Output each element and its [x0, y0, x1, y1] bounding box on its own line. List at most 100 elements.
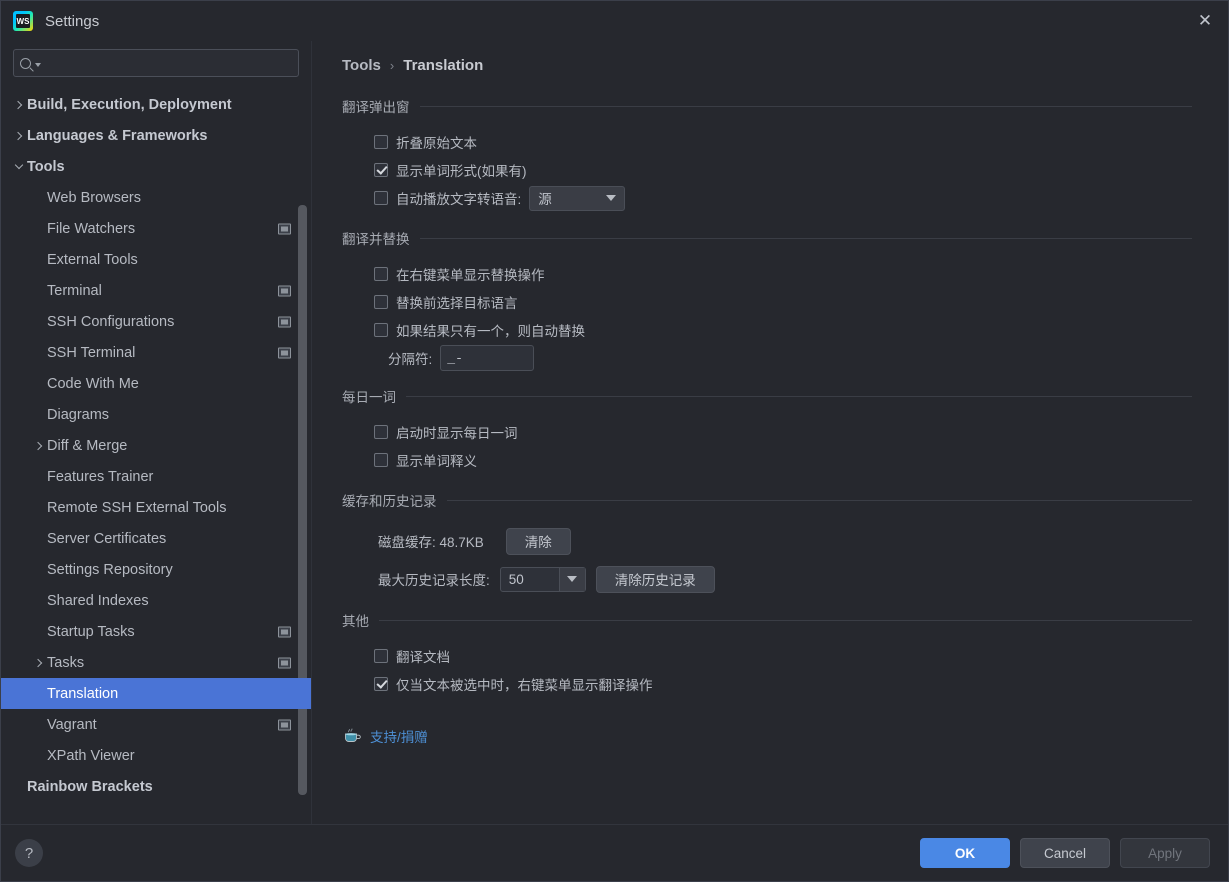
sidebar-item-diagrams[interactable]: Diagrams [1, 399, 311, 430]
sidebar-item-web-browsers[interactable]: Web Browsers [1, 182, 311, 213]
section-rows: 在右键菜单显示替换操作替换前选择目标语言如果结果只有一个，则自动替换分隔符: _- [342, 260, 1192, 372]
history-length-dropdown[interactable]: 50 [499, 566, 586, 592]
section-title: 翻译并替换 [342, 232, 410, 247]
section-divider [379, 619, 1192, 621]
sidebar-item-build-execution-deployment[interactable]: Build, Execution, Deployment [1, 89, 311, 120]
settings-section: 其他翻译文档 仅当文本被选中时，右键菜单显示翻译操作 [342, 610, 1192, 698]
checkbox-toggle[interactable] [374, 649, 388, 663]
support-donate-link[interactable]: 支持/捐赠 [370, 726, 428, 746]
section-header: 缓存和历史记录 [342, 490, 1192, 510]
sidebar-item-vagrant[interactable]: Vagrant [1, 709, 311, 740]
section-title: 缓存和历史记录 [342, 494, 437, 509]
sidebar-item-label: Terminal [47, 282, 102, 299]
project-scope-icon [278, 719, 291, 730]
sidebar-item-languages-frameworks[interactable]: Languages & Frameworks [1, 120, 311, 151]
clear-history-button[interactable]: 清除历史记录 [595, 565, 715, 593]
separator-input[interactable]: _- [440, 345, 535, 371]
dropdown-value: 源 [538, 192, 552, 207]
breadcrumb-separator-icon: › [389, 58, 395, 73]
settings-main-panel: Tools › Translation 翻译弹出窗 折叠原始文本 显示单词形式(如果… [312, 41, 1228, 824]
cancel-button[interactable]: Cancel [1020, 838, 1110, 868]
dropdown-value: 50 [508, 571, 524, 587]
sidebar-item-label: Rainbow Brackets [27, 778, 153, 795]
settings-section: 缓存和历史记录磁盘缓存: 48.7KB 清除最大历史记录长度: 50 清除历史记录 [342, 490, 1192, 598]
checkbox-row: 如果结果只有一个，则自动替换 [374, 316, 1192, 344]
sidebar-item-startup-tasks[interactable]: Startup Tasks [1, 616, 311, 647]
chevron-down-icon[interactable] [558, 567, 585, 591]
breadcrumb-parent[interactable]: Tools [342, 57, 381, 74]
section-rows: 翻译文档 仅当文本被选中时，右键菜单显示翻译操作 [342, 642, 1192, 698]
sidebar-item-label: Remote SSH External Tools [47, 499, 227, 516]
checkbox-toggle[interactable] [374, 191, 388, 205]
project-scope-icon [278, 347, 291, 358]
checkbox-label: 替换前选择目标语言 [396, 296, 518, 311]
history-length-label: 最大历史记录长度: [378, 573, 490, 588]
sidebar-item-settings-repository[interactable]: Settings Repository [1, 554, 311, 585]
close-icon[interactable]: ✕ [1182, 1, 1228, 41]
checkbox-toggle[interactable] [374, 323, 388, 337]
search-box[interactable] [13, 49, 299, 77]
section-header: 每日一词 [342, 386, 1192, 406]
project-scope-icon [278, 316, 291, 327]
section-divider [419, 105, 1192, 107]
section-divider [419, 237, 1192, 239]
sidebar-item-label: SSH Configurations [47, 313, 175, 330]
checkbox-row: 启动时显示每日一词 [374, 418, 1192, 446]
sidebar-item-translation[interactable]: Translation [1, 678, 311, 709]
disk-cache-row: 磁盘缓存: 48.7KB 清除 [374, 522, 1192, 560]
tts-source-dropdown[interactable]: 源 [529, 185, 626, 211]
sidebar-item-remote-ssh-external-tools[interactable]: Remote SSH External Tools [1, 492, 311, 523]
sidebar-item-ssh-configurations[interactable]: SSH Configurations [1, 306, 311, 337]
checkbox-toggle[interactable] [374, 135, 388, 149]
clear-cache-button[interactable]: 清除 [505, 527, 571, 555]
sidebar-item-terminal[interactable]: Terminal [1, 275, 311, 306]
chevron-right-icon[interactable] [31, 441, 47, 450]
breadcrumb-current: Translation [403, 57, 484, 74]
sidebar-item-features-trainer[interactable]: Features Trainer [1, 461, 311, 492]
chevron-right-icon[interactable] [11, 131, 27, 140]
checkbox-combo-row: 自动播放文字转语音: 源 [374, 184, 1192, 212]
sidebar-item-server-certificates[interactable]: Server Certificates [1, 523, 311, 554]
sidebar-item-shared-indexes[interactable]: Shared Indexes [1, 585, 311, 616]
ok-button[interactable]: OK [920, 838, 1010, 868]
history-length-row: 最大历史记录长度: 50 清除历史记录 [374, 560, 1192, 598]
sidebar-item-tools[interactable]: Tools [1, 151, 311, 182]
separator-field-row: 分隔符: _- [374, 344, 1192, 372]
section-header: 翻译并替换 [342, 228, 1192, 248]
help-button[interactable]: ? [15, 839, 43, 867]
chevron-down-icon[interactable] [11, 160, 27, 170]
sidebar-item-label: Diagrams [47, 406, 110, 423]
sidebar-item-external-tools[interactable]: External Tools [1, 244, 311, 275]
checkbox-toggle[interactable] [374, 163, 388, 177]
checkbox-label: 翻译文档 [396, 650, 450, 665]
window-title: Settings [45, 12, 100, 30]
sidebar-item-ssh-terminal[interactable]: SSH Terminal [1, 337, 311, 368]
chevron-right-icon[interactable] [31, 658, 47, 667]
search-input[interactable] [47, 55, 292, 71]
section-header: 其他 [342, 610, 1192, 630]
settings-tree[interactable]: Build, Execution, Deployment Languages & … [1, 87, 311, 824]
sidebar-item-diff-merge[interactable]: Diff & Merge [1, 430, 311, 461]
chevron-right-icon[interactable] [11, 100, 27, 109]
checkbox-toggle[interactable] [374, 267, 388, 281]
checkbox-row: 替换前选择目标语言 [374, 288, 1192, 316]
sidebar-item-tasks[interactable]: Tasks [1, 647, 311, 678]
checkbox-label: 如果结果只有一个，则自动替换 [396, 324, 585, 339]
checkbox-row: 在右键菜单显示替换操作 [374, 260, 1192, 288]
search-icon[interactable] [20, 57, 41, 69]
sidebar-item-label: Settings Repository [47, 561, 173, 578]
section-divider [406, 395, 1192, 397]
checkbox-toggle[interactable] [374, 677, 388, 691]
coffee-cup-icon [344, 728, 362, 744]
sidebar-item-label: Startup Tasks [47, 623, 135, 640]
sidebar-item-xpath-viewer[interactable]: XPath Viewer [1, 740, 311, 771]
sidebar-item-rainbow-brackets[interactable]: Rainbow Brackets [1, 771, 311, 802]
sidebar-item-code-with-me[interactable]: Code With Me [1, 368, 311, 399]
checkbox-toggle[interactable] [374, 453, 388, 467]
section-rows: 折叠原始文本 显示单词形式(如果有) 自动播放文字转语音: 源 [342, 128, 1192, 212]
checkbox-toggle[interactable] [374, 295, 388, 309]
apply-button[interactable]: Apply [1120, 838, 1210, 868]
section-title: 每日一词 [342, 390, 396, 405]
checkbox-toggle[interactable] [374, 425, 388, 439]
sidebar-item-file-watchers[interactable]: File Watchers [1, 213, 311, 244]
